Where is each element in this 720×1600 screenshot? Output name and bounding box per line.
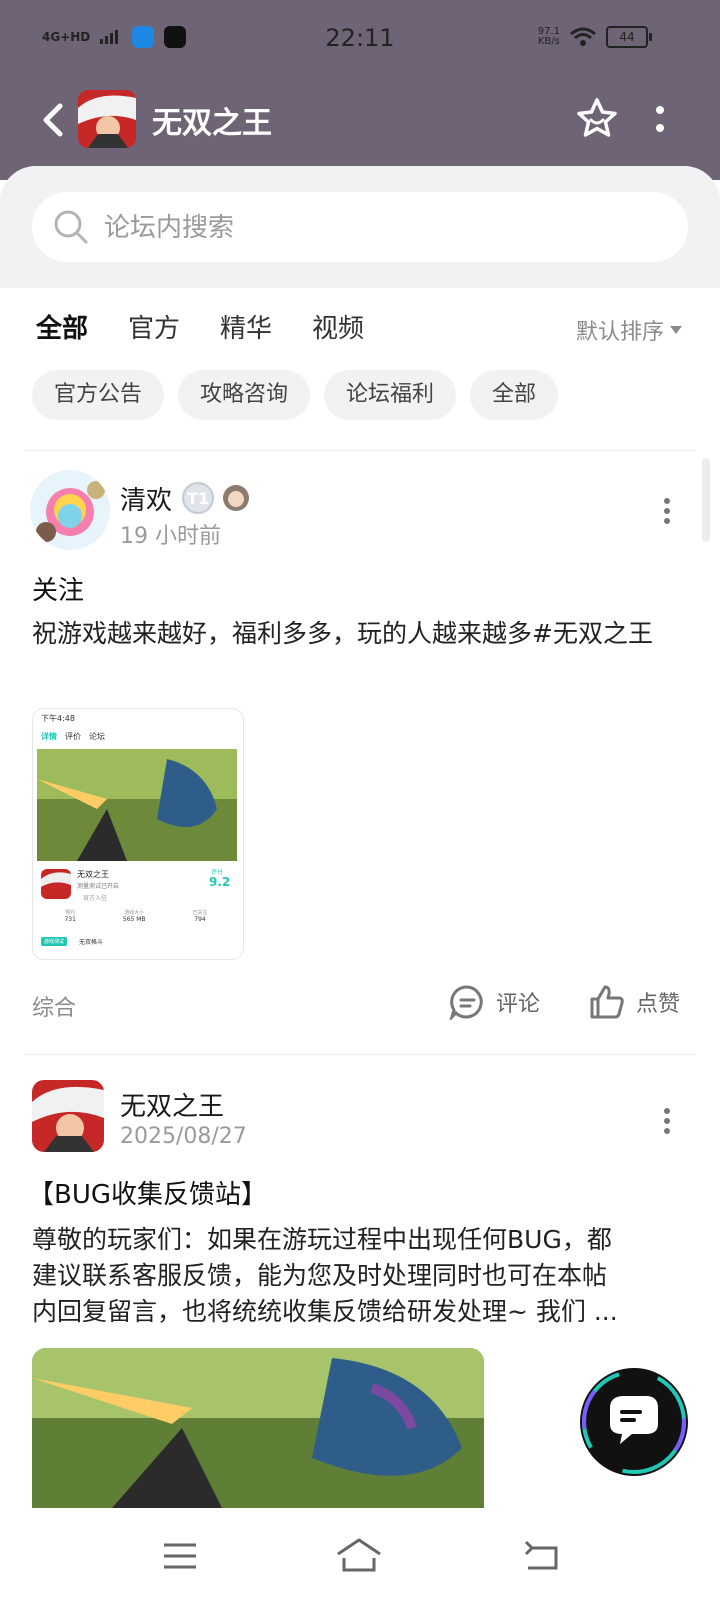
post-body-line: 尊敬的玩家们：如果在游玩过程中出现任何BUG，都: [32, 1225, 612, 1254]
caret-down-icon: [670, 326, 682, 334]
post-category[interactable]: 综合: [32, 990, 76, 1022]
post-title[interactable]: 关注: [32, 570, 84, 607]
thumb-score: 9.2: [209, 875, 231, 889]
home-icon[interactable]: [334, 1536, 384, 1576]
thumb-tabs: 详情 评价 论坛: [41, 731, 105, 742]
avatar[interactable]: [32, 1080, 104, 1152]
avatar[interactable]: [30, 470, 110, 550]
chevron-left-icon[interactable]: [36, 98, 72, 142]
post-title[interactable]: 【BUG收集反馈站】: [28, 1174, 267, 1211]
thumb-stat: 预约 731: [64, 909, 75, 923]
wifi-icon: [570, 27, 596, 46]
post-more-icon[interactable]: [662, 1106, 672, 1136]
speed-unit: KB/s: [537, 36, 560, 47]
tab-featured[interactable]: 精华: [220, 304, 272, 354]
category-chips: 官方公告 攻略咨询 论坛福利 全部: [32, 370, 559, 420]
tab-label: 全部: [36, 314, 89, 344]
network-speed: 97.1 KB/s: [538, 27, 560, 47]
thumb-stat-label: 预约: [65, 910, 76, 916]
search-icon: [54, 210, 88, 244]
post-more-icon[interactable]: [662, 496, 672, 526]
thumb-stats: 预约 731 游戏大小 565 MB 已关注 794: [41, 909, 231, 923]
divider: [24, 450, 696, 451]
sort-dropdown[interactable]: 默认排序: [576, 314, 682, 346]
game-banner-image: [37, 749, 237, 861]
thumb-tag: 游戏测试: [41, 937, 68, 946]
thumb-stat-value: 731: [64, 916, 76, 923]
status-right: 97.1 KB/s 44: [538, 26, 652, 48]
scrollbar[interactable]: [702, 458, 710, 542]
chat-fab[interactable]: [580, 1368, 688, 1476]
like-label: 点赞: [636, 992, 681, 1017]
menu-icon[interactable]: [160, 1536, 200, 1576]
tab-video[interactable]: 视频: [312, 304, 364, 354]
status-bar: 4G+HD 22:11 97.1 KB/s 44: [0, 0, 720, 80]
star-outline-icon[interactable]: [574, 96, 620, 142]
divider: [24, 1054, 696, 1055]
post-time: 19 小时前: [120, 524, 221, 549]
post-author[interactable]: 无双之王: [120, 1086, 224, 1123]
game-mini-icon: [41, 869, 71, 899]
comment-label: 评论: [496, 992, 541, 1017]
thumb-stat-label: 已关注: [192, 910, 208, 916]
chip-all[interactable]: 全部: [470, 370, 559, 420]
thumb-stat-label: 游戏大小: [124, 910, 145, 916]
like-button[interactable]: 点赞: [588, 984, 680, 1020]
comment-icon: [449, 985, 483, 1020]
chat-bubble-icon: [582, 1370, 686, 1474]
system-nav-bar: [0, 1510, 720, 1600]
thumb-stat-value: 565 MB: [122, 916, 146, 923]
thumb-stat: 游戏大小 565 MB: [123, 909, 146, 923]
vertical-dots-icon[interactable]: [650, 102, 670, 138]
game-icon[interactable]: [78, 90, 136, 148]
tab-label: 精华: [220, 314, 273, 344]
thumbs-up-icon: [590, 985, 624, 1019]
chip-announcement[interactable]: 官方公告: [32, 370, 165, 420]
post-body[interactable]: 祝游戏越来越好，福利多多，玩的人越来越多#无双之王: [32, 616, 682, 652]
thumb-game-name: 无双之王: [77, 870, 109, 879]
post-time: 2025/08/27: [120, 1124, 247, 1149]
tab-label: 官方: [128, 314, 181, 344]
tab-official[interactable]: 官方: [128, 304, 180, 354]
thumb-tab: 论坛: [89, 732, 105, 741]
thumb-tab: 评价: [65, 732, 81, 741]
avatar-frame-badge-icon: [223, 485, 249, 511]
comment-button[interactable]: 评论: [448, 984, 540, 1020]
post-author[interactable]: 清欢: [120, 480, 172, 517]
search-input[interactable]: [102, 204, 666, 252]
thumb-stat: 已关注 794: [192, 909, 207, 923]
battery-indicator: 44: [606, 26, 652, 48]
thumb-tag2: 无双格斗: [79, 939, 104, 946]
tab-bar: 全部 官方 精华 视频: [36, 304, 364, 354]
thumb-tab: 详情: [41, 732, 57, 741]
tab-label: 视频: [312, 314, 365, 344]
back-icon[interactable]: [522, 1536, 562, 1576]
search-area: [0, 166, 720, 288]
chip-welfare[interactable]: 论坛福利: [324, 370, 457, 420]
post-body-line: 建议联系客服反馈，能为您及时处理同时也可在本帖: [32, 1261, 608, 1290]
thumb-official: 官方入驻: [83, 895, 108, 902]
tab-all[interactable]: 全部: [36, 304, 88, 354]
chip-guide[interactable]: 攻略咨询: [178, 370, 311, 420]
sort-label: 默认排序: [575, 320, 664, 345]
level-badge-icon: T1: [182, 482, 214, 514]
page-title: 无双之王: [152, 106, 272, 141]
app-header: 无双之王: [0, 80, 720, 180]
search-bar[interactable]: [32, 192, 688, 262]
post-image-thumbnail[interactable]: 下午4:48 详情 评价 论坛 无双之王 测量测试已开启 官方入驻 评分 9.2…: [32, 708, 244, 960]
post-body-line: 内回复留言，也将统统收集反馈给研发处理~ 我们 ...: [32, 1297, 618, 1326]
thumb-stat-value: 794: [194, 916, 206, 923]
thumb-time: 下午4:48: [41, 714, 75, 723]
post-body[interactable]: 尊敬的玩家们：如果在游玩过程中出现任何BUG，都 建议联系客服反馈，能为您及时处…: [32, 1222, 682, 1330]
thumb-subtitle: 测量测试已开启: [77, 883, 120, 890]
post-image[interactable]: [32, 1348, 484, 1508]
level-badge-text: T1: [187, 489, 209, 508]
tab-active-indicator: [40, 344, 85, 350]
